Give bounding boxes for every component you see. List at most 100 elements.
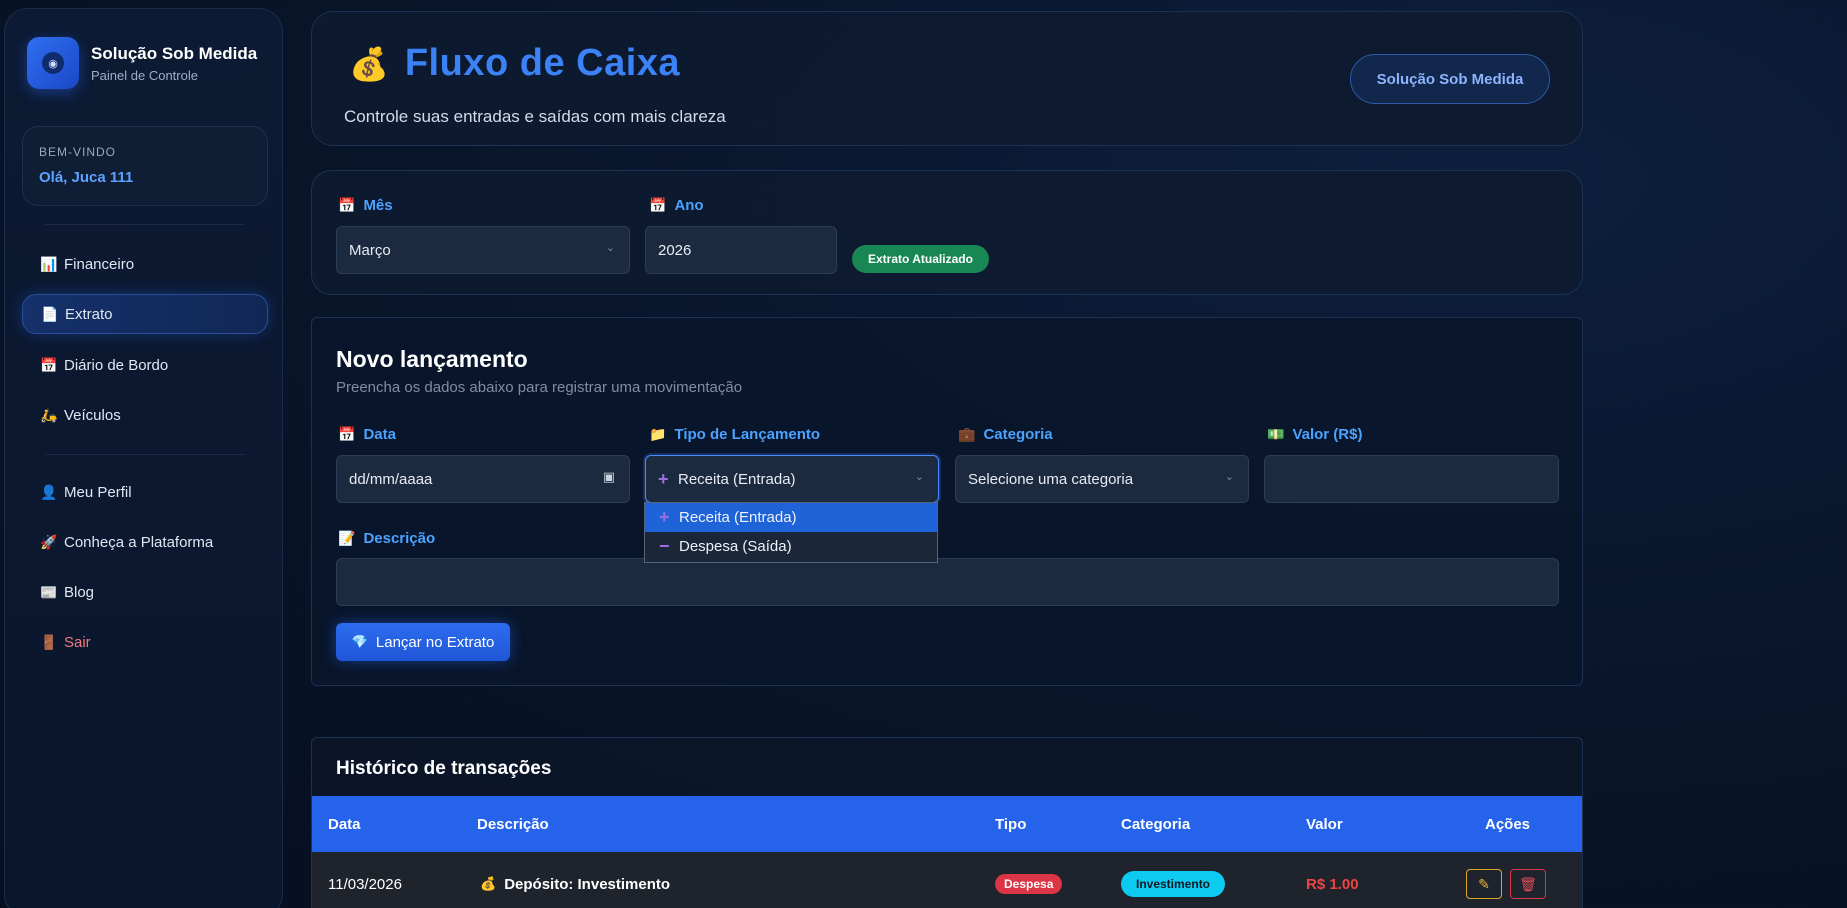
door-icon: 🚪 — [40, 633, 58, 650]
brand-logo: ◉ — [27, 37, 79, 89]
page-title-text: Fluxo de Caixa — [404, 42, 681, 84]
chevron-down-icon: ⌄ — [914, 471, 924, 483]
row-value: R$ 1.00 — [1306, 875, 1359, 893]
calendar-icon: 📅 — [649, 197, 667, 213]
month-label-text: Mês — [363, 197, 393, 214]
category-badge: Investimento — [1121, 871, 1226, 897]
category-select[interactable]: Selecione uma categoria ⌄ — [955, 455, 1249, 503]
month-value: Março — [349, 241, 391, 259]
document-icon: 📄 — [41, 305, 59, 322]
date-placeholder: dd/mm/aaaa — [349, 470, 433, 488]
calendar-picker-icon[interactable]: ▣ — [603, 469, 615, 485]
sidebar-item-label: Blog — [64, 583, 95, 601]
sidebar-item-extrato[interactable]: 📄 Extrato — [22, 294, 268, 334]
brand-button[interactable]: Solução Sob Medida — [1350, 54, 1550, 104]
submit-entry-button[interactable]: 💎 Lançar no Extrato — [336, 623, 510, 661]
sidebar-item-veiculos[interactable]: 🛵 Veículos — [22, 395, 268, 435]
description-input[interactable] — [336, 558, 1559, 606]
history-title: Histórico de transações — [336, 758, 552, 779]
money-bag-icon: 💰 — [480, 876, 497, 891]
sidebar-item-sair[interactable]: 🚪 Sair — [22, 622, 268, 662]
description-label: 📝 Descrição — [338, 530, 435, 547]
pencil-icon: ✎ — [1478, 875, 1490, 892]
sidebar-item-blog[interactable]: 📰 Blog — [22, 572, 268, 612]
sidebar-item-financeiro[interactable]: 📊 Financeiro — [22, 244, 268, 284]
folder-icon: 📁 — [649, 426, 667, 442]
amount-label: 💵 Valor (R$) — [1267, 426, 1362, 443]
category-label: 💼 Categoria — [958, 426, 1053, 443]
row-description-text: Depósito: Investimento — [504, 875, 671, 893]
column-header-description[interactable]: Descrição — [477, 796, 549, 852]
option-label: Receita (Entrada) — [679, 509, 797, 526]
date-input[interactable]: dd/mm/aaaa ▣ — [336, 455, 630, 503]
column-header-category[interactable]: Categoria — [1121, 796, 1190, 852]
row-date: 11/03/2026 — [328, 875, 402, 893]
type-value: Receita (Entrada) — [678, 470, 796, 488]
sidebar: ◉ Solução Sob Medida Painel de Controle … — [4, 8, 283, 908]
column-header-type[interactable]: Tipo — [995, 796, 1026, 852]
type-select[interactable]: + Receita (Entrada) ⌄ — [645, 455, 939, 503]
type-dropdown-menu: + Receita (Entrada) − Despesa (Saída) — [644, 502, 938, 563]
entry-subtitle: Preencha os dados abaixo para registrar … — [336, 379, 743, 396]
rocket-icon: 🚀 — [40, 533, 58, 550]
money-bag-icon: 💰 — [349, 45, 389, 82]
amount-input[interactable] — [1264, 455, 1559, 503]
trash-icon: 🗑 — [1519, 875, 1537, 892]
row-type: Despesa — [995, 852, 1063, 908]
brand[interactable]: ◉ Solução Sob Medida Painel de Controle — [27, 37, 257, 89]
page-subtitle: Controle suas entradas e saídas com mais… — [344, 107, 726, 126]
calendar-icon: 📅 — [338, 197, 356, 213]
dropdown-option-despesa[interactable]: − Despesa (Saída) — [645, 532, 937, 561]
sidebar-item-conheca-a-plataforma[interactable]: 🚀 Conheça a Plataforma — [22, 522, 268, 562]
sidebar-item-label: Diário de Bordo — [64, 356, 169, 374]
sidebar-item-label: Conheça a Plataforma — [64, 533, 214, 551]
newspaper-icon: 📰 — [40, 583, 58, 600]
sidebar-item-label: Extrato — [65, 305, 113, 323]
chevron-down-icon: ⌄ — [605, 242, 615, 254]
delete-button[interactable]: 🗑 — [1510, 869, 1546, 899]
sidebar-item-meu-perfil[interactable]: 👤 Meu Perfil — [22, 472, 268, 512]
briefcase-icon: 💼 — [958, 426, 976, 442]
sidebar-item-label: Financeiro — [64, 255, 135, 273]
type-label: 📁 Tipo de Lançamento — [649, 426, 820, 443]
column-header-value[interactable]: Valor — [1306, 796, 1343, 852]
table-header: Data Descrição Tipo Categoria Valor Açõe… — [312, 796, 1582, 852]
date-label: 📅 Data — [338, 426, 396, 443]
month-select[interactable]: Março ⌄ — [336, 226, 630, 274]
plus-icon: + — [658, 468, 669, 489]
sidebar-item-label: Sair — [64, 633, 91, 651]
sidebar-item-diario-de-bordo[interactable]: 📅 Diário de Bordo — [22, 345, 268, 385]
sidebar-item-label: Veículos — [64, 406, 121, 424]
edit-button[interactable]: ✎ — [1466, 869, 1502, 899]
row-description: 💰 Depósito: Investimento — [480, 852, 670, 908]
date-label-text: Data — [363, 426, 396, 443]
welcome-card: BEM-VINDO Olá, Juca 111 — [22, 126, 268, 206]
category-label-text: Categoria — [983, 426, 1053, 443]
option-label: Despesa (Saída) — [679, 538, 792, 555]
calendar-icon: 📅 — [40, 356, 58, 373]
welcome-label: BEM-VINDO — [39, 145, 117, 159]
month-label: 📅 Mês — [338, 197, 393, 214]
history-card: Histórico de transações Data Descrição T… — [311, 737, 1583, 908]
amount-label-text: Valor (R$) — [1292, 426, 1363, 443]
header-card: 💰 Fluxo de Caixa Controle suas entradas … — [311, 11, 1583, 146]
minus-icon: − — [659, 536, 670, 556]
logo-icon: ◉ — [42, 52, 64, 74]
dropdown-option-receita[interactable]: + Receita (Entrada) — [645, 503, 937, 532]
description-label-text: Descrição — [363, 530, 436, 547]
new-entry-card: Novo lançamento Preencha os dados abaixo… — [311, 317, 1583, 686]
entry-title: Novo lançamento — [336, 346, 528, 372]
year-label-text: Ano — [674, 197, 704, 214]
calendar-icon: 📅 — [338, 426, 356, 442]
year-input[interactable]: 2026 — [645, 226, 837, 274]
user-icon: 👤 — [40, 483, 58, 500]
welcome-name: Olá, Juca 111 — [39, 169, 134, 186]
year-label: 📅 Ano — [649, 197, 704, 214]
table-row: 11/03/2026 💰 Depósito: Investimento Desp… — [312, 852, 1582, 908]
category-placeholder: Selecione uma categoria — [968, 470, 1134, 488]
page-title: 💰 Fluxo de Caixa — [349, 42, 680, 85]
column-header-actions: Ações — [1485, 815, 1531, 833]
divider — [45, 224, 245, 225]
brand-subtitle: Painel de Controle — [91, 67, 198, 83]
column-header-date[interactable]: Data — [328, 796, 361, 852]
